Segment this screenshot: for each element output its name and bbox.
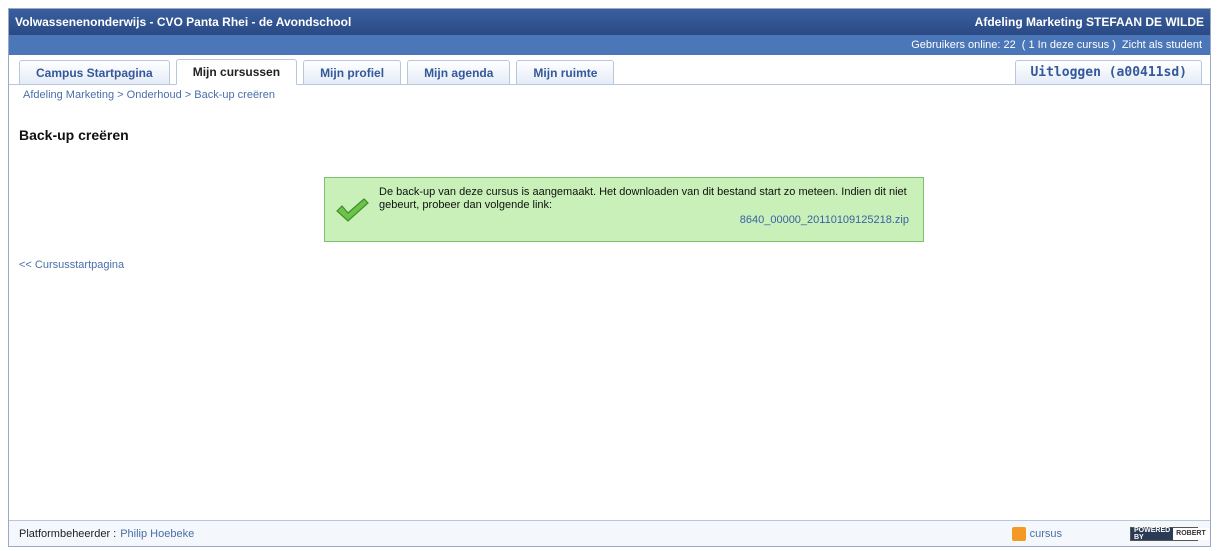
site-title: Volwassenenonderwijs - CVO Panta Rhei - … bbox=[15, 15, 352, 29]
tab-strip: Campus Startpagina Mijn cursussen Mijn p… bbox=[9, 55, 1210, 85]
page-title: Back-up creëren bbox=[19, 127, 129, 143]
course-user-title: Afdeling Marketing STEFAAN DE WILDE bbox=[974, 15, 1204, 29]
course-users-link[interactable]: ( 1 In deze cursus ) bbox=[1022, 39, 1116, 51]
top-bar: Volwassenenonderwijs - CVO Panta Rhei - … bbox=[9, 9, 1210, 35]
backup-file-link[interactable]: 8640_00000_20110109125218.zip bbox=[379, 214, 909, 227]
view-as-student-link[interactable]: Zicht als student bbox=[1122, 39, 1202, 51]
sub-bar: Gebruikers online: 22 ( 1 In deze cursus… bbox=[9, 35, 1210, 55]
footer: Platformbeheerder : Philip Hoebeke cursu… bbox=[9, 520, 1210, 546]
rss-label: cursus bbox=[1029, 527, 1062, 540]
app-frame: Volwassenenonderwijs - CVO Panta Rhei - … bbox=[8, 8, 1211, 547]
breadcrumb-afdeling[interactable]: Afdeling Marketing bbox=[23, 89, 114, 101]
confirmation-text: De back-up van deze cursus is aangemaakt… bbox=[379, 186, 907, 211]
course-home-link[interactable]: << Cursusstartpagina bbox=[19, 259, 124, 271]
breadcrumb-onderhoud[interactable]: Onderhoud bbox=[127, 89, 182, 101]
tab-mijn-profiel[interactable]: Mijn profiel bbox=[303, 60, 402, 84]
rss-feed-link[interactable]: cursus bbox=[1011, 526, 1062, 541]
breadcrumb-separator: > bbox=[181, 89, 195, 101]
breadcrumb-separator: > bbox=[114, 89, 127, 101]
rss-icon bbox=[1011, 526, 1026, 541]
tab-campus-startpagina[interactable]: Campus Startpagina bbox=[19, 60, 170, 84]
tab-mijn-ruimte[interactable]: Mijn ruimte bbox=[516, 60, 615, 84]
breadcrumb-backup[interactable]: Back-up creëren bbox=[194, 89, 275, 101]
logout-button[interactable]: Uitloggen (a00411sd) bbox=[1015, 60, 1202, 84]
powered-by-brand: ROBERT bbox=[1173, 527, 1209, 540]
powered-by-badge[interactable]: POWERED BY ROBERT bbox=[1130, 526, 1209, 541]
breadcrumb: Afdeling Marketing > Onderhoud > Back-up… bbox=[9, 85, 1210, 105]
confirmation-message: De back-up van deze cursus is aangemaakt… bbox=[324, 177, 924, 242]
tab-mijn-cursussen[interactable]: Mijn cursussen bbox=[175, 59, 298, 85]
admin-label: Platformbeheerder : bbox=[19, 527, 117, 540]
users-online-link[interactable]: Gebruikers online: 22 bbox=[911, 39, 1016, 51]
admin-name-link[interactable]: Philip Hoebeke bbox=[120, 528, 194, 540]
tab-mijn-agenda[interactable]: Mijn agenda bbox=[407, 60, 511, 84]
powered-by-text: POWERED BY bbox=[1131, 527, 1174, 541]
checkmark-icon bbox=[325, 178, 379, 241]
